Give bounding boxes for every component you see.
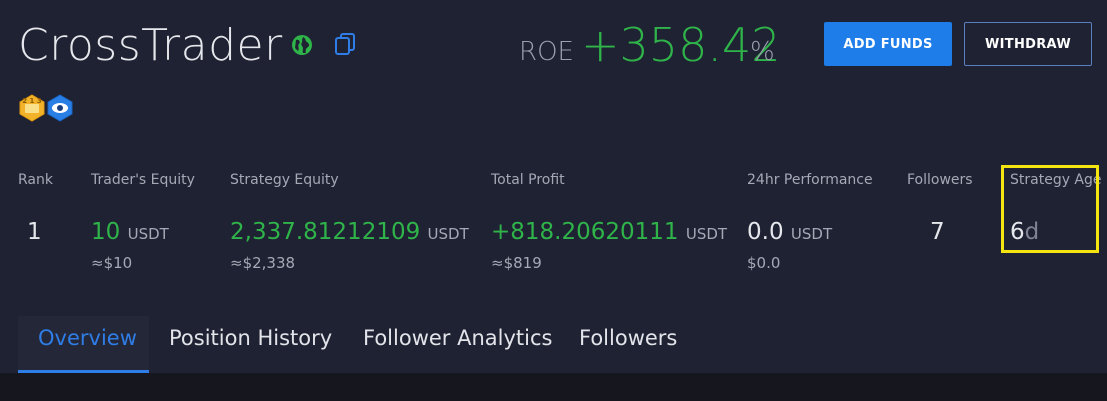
eye-badge-icon [47,94,73,122]
strategy-equity-unit: USDT [427,225,469,243]
traders-equity-value: 10 [91,219,121,245]
total-profit-unit: USDT [685,225,728,243]
svg-text:2 1 3: 2 1 3 [22,97,42,105]
traders-equity-approx: ≈$10 [91,254,133,272]
copy-icon[interactable] [334,32,356,56]
tab-followers[interactable]: Followers [579,326,677,372]
followers-label: Followers [907,172,973,188]
roe-percent-unit: % [750,37,775,67]
strategy-age-highlight-box [1001,165,1099,253]
performance-24h-value-group: 0.0 USDT [747,218,832,248]
tab-position-history[interactable]: Position History [169,326,332,372]
performance-24h-value: 0.0 [747,219,784,245]
performance-24h-approx: $0.0 [747,254,781,272]
trader-name: CrossTrader [18,20,283,71]
strategy-equity-value: 2,337.81212109 [230,219,421,245]
globe-icon[interactable] [291,34,313,56]
total-profit-approx: ≈$819 [491,254,542,272]
strategy-equity-approx: ≈$2,338 [230,254,296,272]
traders-equity-label: Trader's Equity [91,172,195,188]
traders-equity-value-group: 10 USDT [91,218,169,248]
tab-follower-analytics[interactable]: Follower Analytics [363,326,552,372]
total-profit-label: Total Profit [491,172,565,188]
strategy-equity-label: Strategy Equity [230,172,339,188]
total-profit-value: +818.20620111 [491,219,679,245]
add-funds-button[interactable]: ADD FUNDS [824,22,952,66]
followers-value: 7 [930,219,945,245]
content-panel [0,373,1107,401]
rank-label: Rank [18,172,53,188]
tab-overview[interactable]: Overview [38,326,137,372]
traders-equity-unit: USDT [127,225,169,243]
strategy-equity-value-group: 2,337.81212109 USDT [230,218,469,248]
total-profit-value-group: +818.20620111 USDT [491,218,727,248]
trophy-badge-icon: 2 1 3 [19,94,45,122]
performance-24h-unit: USDT [790,225,833,243]
rank-value: 1 [27,219,42,245]
roe-label: ROE [519,37,574,67]
withdraw-button[interactable]: WITHDRAW [964,22,1092,66]
performance-24h-label: 24hr Performance [747,172,873,188]
